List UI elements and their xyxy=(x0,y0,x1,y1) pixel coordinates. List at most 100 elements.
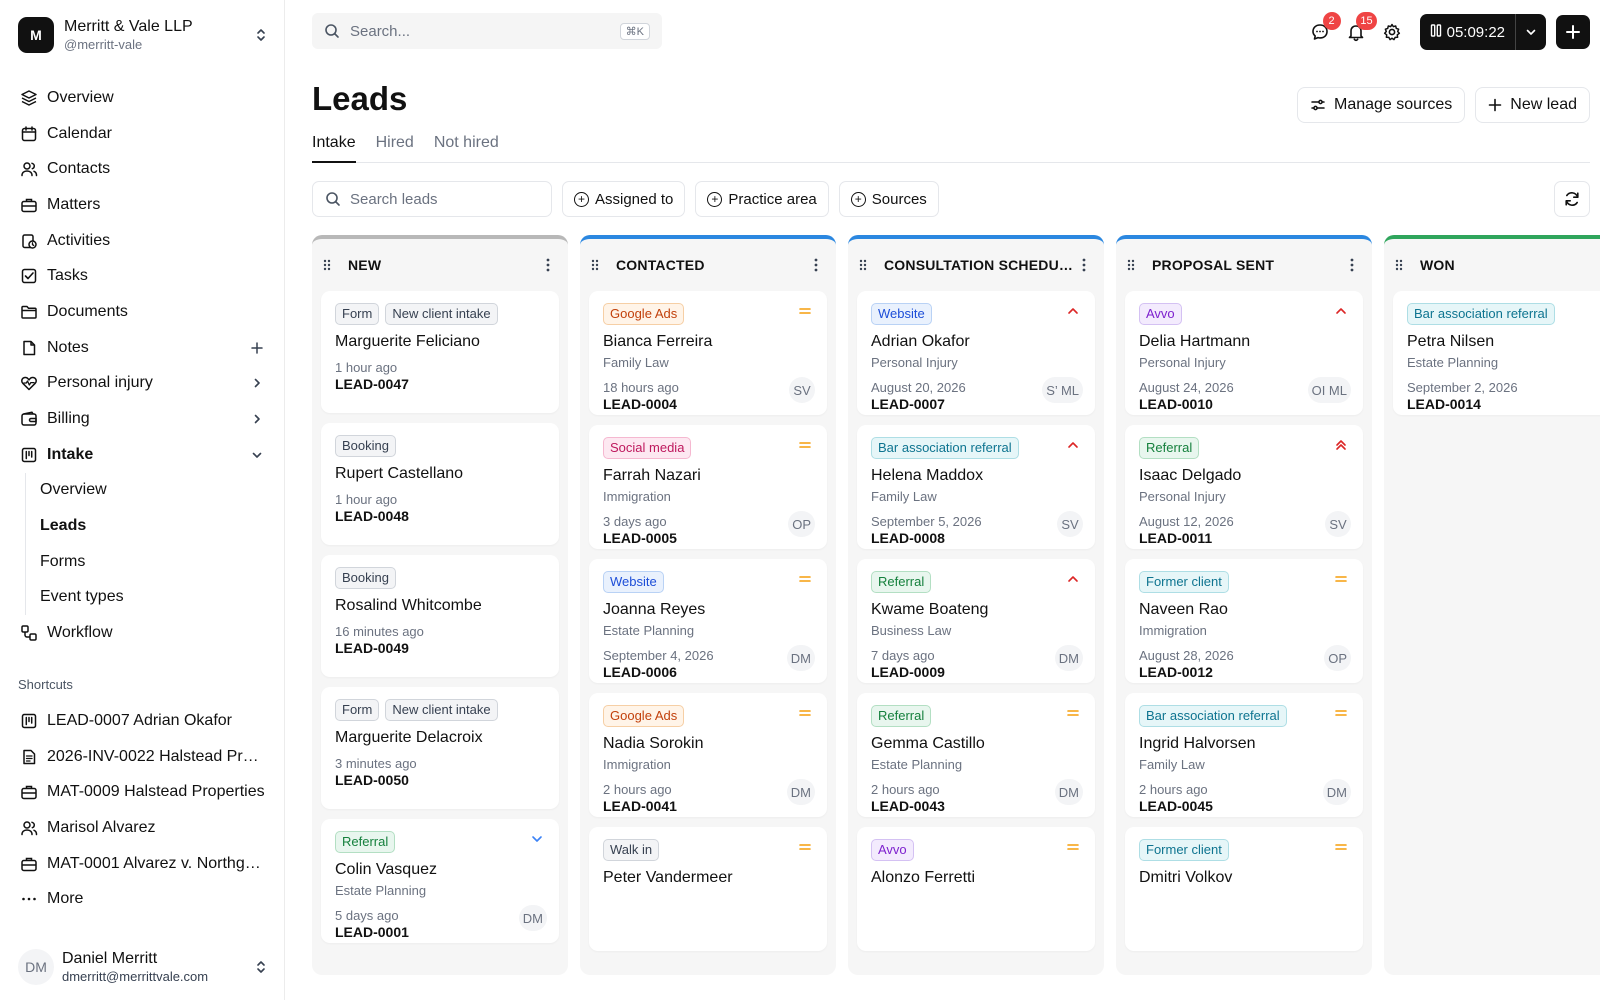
shortcut-item[interactable]: MAT-0009 Halstead Properties xyxy=(12,774,274,810)
settings-button[interactable] xyxy=(1376,16,1408,48)
sidebar-item-label: 2026-INV-0022 Halstead Properties xyxy=(47,747,266,765)
timer-toggle[interactable]: 05:09:22 xyxy=(1420,14,1516,50)
drag-handle-icon[interactable] xyxy=(590,258,604,272)
lead-card[interactable]: Referral Gemma Castillo Estate Planning 2 h… xyxy=(857,693,1095,817)
lead-card[interactable]: Former client Naveen Rao Immigration August… xyxy=(1125,559,1363,683)
lead-card[interactable]: Referral Kwame Boateng Business Law 7 days … xyxy=(857,559,1095,683)
practice-area: Personal Injury xyxy=(1139,355,1226,370)
kanban-board: NEW Form New client intake Marguerite Felic… xyxy=(312,235,1600,1000)
sources-filter[interactable]: + Sources xyxy=(838,181,939,217)
shortcut-item[interactable]: MAT-0001 Alvarez v. Northgate xyxy=(12,846,274,882)
tab-not-hired[interactable]: Not hired xyxy=(434,133,499,163)
priority-medium-icon xyxy=(797,303,813,319)
drag-handle-icon[interactable] xyxy=(1126,258,1140,272)
more-vertical-icon[interactable] xyxy=(540,258,556,272)
manage-sources-button[interactable]: Manage sources xyxy=(1297,87,1466,123)
lead-card[interactable]: Form New client intake Marguerite Felician… xyxy=(321,291,559,413)
lead-card[interactable]: Former client Dmitri Volkov xyxy=(1125,827,1363,951)
lead-card[interactable]: Referral Colin Vasquez Estate Planning 5 da… xyxy=(321,819,559,943)
lead-card[interactable]: Website Adrian Okafor Personal Injury Augus… xyxy=(857,291,1095,415)
header-actions: Manage sources New lead xyxy=(1287,87,1590,123)
user-menu[interactable]: DM Daniel Merritt dmerritt@merrittvale.c… xyxy=(18,947,268,987)
lead-card[interactable]: Social media Farrah Nazari Immigration 3 da… xyxy=(589,425,827,549)
workspace-switcher[interactable]: M Merritt & Vale LLP @merritt-vale xyxy=(18,17,268,53)
lead-card[interactable]: Booking Rupert Castellano 1 hour ago LEAD-0… xyxy=(321,423,559,545)
column-title: NEW xyxy=(348,257,382,273)
sidebar-item-intake-forms[interactable]: Forms xyxy=(40,544,274,580)
source-tag: New client intake xyxy=(385,303,498,325)
notifications-button[interactable]: 15 xyxy=(1340,12,1377,48)
new-lead-button[interactable]: New lead xyxy=(1475,87,1590,123)
lead-card[interactable]: Google Ads Nadia Sorokin Immigration 2 hour… xyxy=(589,693,827,817)
lead-card[interactable]: Booking Rosalind Whitcombe 16 minutes ago L… xyxy=(321,555,559,677)
lead-card[interactable]: Referral Isaac Delgado Personal Injury Augu… xyxy=(1125,425,1363,549)
lead-name: Alonzo Ferretti xyxy=(871,869,976,886)
chevron-right-icon xyxy=(248,374,266,392)
sidebar-item-label: Event types xyxy=(40,588,124,606)
assignee-avatar: DM xyxy=(786,645,815,671)
shortcut-item[interactable]: 2026-INV-0022 Halstead Properties xyxy=(12,739,274,775)
lead-card[interactable]: Avvo Delia Hartmann Personal Injury August … xyxy=(1125,291,1363,415)
plus-icon[interactable] xyxy=(248,339,266,357)
practice-area: Immigration xyxy=(1139,623,1207,638)
shortcuts-heading: Shortcuts xyxy=(18,677,73,692)
assigned-to-filter[interactable]: + Assigned to xyxy=(562,181,686,217)
more-vertical-icon[interactable] xyxy=(808,258,824,272)
new-lead-label: New lead xyxy=(1510,96,1577,113)
sidebar-item-calendar[interactable]: Calendar xyxy=(12,116,274,152)
tab-hired[interactable]: Hired xyxy=(376,133,414,163)
search-leads-input[interactable]: Search leads xyxy=(312,181,552,217)
intake-subnav: Overview Leads Forms Event types xyxy=(25,472,274,616)
drag-handle-icon[interactable] xyxy=(1394,258,1408,272)
sidebar-item-billing[interactable]: Billing xyxy=(12,401,274,437)
sidebar-item-overview[interactable]: Overview xyxy=(12,80,274,116)
lead-card[interactable]: Avvo Alonzo Ferretti xyxy=(857,827,1095,951)
drag-handle-icon[interactable] xyxy=(322,258,336,272)
lead-card[interactable]: Form New client intake Marguerite Delacroi… xyxy=(321,687,559,809)
more-shortcuts-button[interactable]: More xyxy=(12,881,274,917)
priority-medium-icon xyxy=(1333,571,1349,587)
more-vertical-icon[interactable] xyxy=(1076,258,1092,272)
messages-button[interactable]: 2 xyxy=(1304,12,1341,48)
more-icon xyxy=(20,890,38,908)
sidebar-item-tasks[interactable]: Tasks xyxy=(12,258,274,294)
drag-handle-icon[interactable] xyxy=(858,258,872,272)
lead-card[interactable]: Google Ads Bianca Ferreira Family Law 18 ho… xyxy=(589,291,827,415)
sidebar-item-intake-leads[interactable]: Leads xyxy=(40,508,274,544)
sidebar-item-intake-overview[interactable]: Overview xyxy=(40,473,274,509)
practice-area: Estate Planning xyxy=(1407,355,1499,370)
lead-card[interactable]: Bar association referral Petra Nilsen Esta… xyxy=(1393,291,1600,415)
search-icon xyxy=(324,23,340,39)
sidebar-item-intake[interactable]: Intake xyxy=(12,437,274,473)
lead-date: 18 hours ago xyxy=(603,380,679,395)
shortcut-item[interactable]: Marisol Alvarez xyxy=(12,810,274,846)
sidebar-item-documents[interactable]: Documents xyxy=(12,294,274,330)
user-info: Daniel Merritt dmerritt@merrittvale.com xyxy=(62,950,254,985)
sidebar-item-activities[interactable]: Activities xyxy=(12,223,274,259)
practice-area-filter[interactable]: + Practice area xyxy=(695,181,829,217)
sidebar-item-notes[interactable]: Notes xyxy=(12,330,274,366)
shortcut-item[interactable]: LEAD-0007 Adrian Okafor xyxy=(12,703,274,739)
more-vertical-icon[interactable] xyxy=(1344,258,1360,272)
sidebar-item-label: Calendar xyxy=(47,124,112,142)
sidebar-item-matters[interactable]: Matters xyxy=(12,187,274,223)
kanban-column: PROPOSAL SENT Avvo Delia Hartmann Personal … xyxy=(1116,235,1372,975)
sidebar-item-personal-injury[interactable]: Personal injury xyxy=(12,366,274,402)
column-header: NEW xyxy=(312,239,568,291)
global-search[interactable]: Search... ⌘K xyxy=(312,13,662,49)
refresh-button[interactable] xyxy=(1554,181,1590,217)
sidebar-item-contacts[interactable]: Contacts xyxy=(12,151,274,187)
lead-card[interactable]: Website Joanna Reyes Estate Planning Septem… xyxy=(589,559,827,683)
lead-card[interactable]: Bar association referral Ingrid Halvorsen… xyxy=(1125,693,1363,817)
sidebar-item-workflow[interactable]: Workflow xyxy=(12,615,274,651)
lead-card[interactable]: Bar association referral Helena Maddox Fam… xyxy=(857,425,1095,549)
timer-menu-button[interactable] xyxy=(1516,14,1546,50)
source-tag: Bar association referral xyxy=(1139,705,1287,727)
lead-card[interactable]: Walk in Peter Vandermeer xyxy=(589,827,827,951)
quick-create-button[interactable] xyxy=(1556,15,1590,49)
tab-intake[interactable]: Intake xyxy=(312,133,356,163)
sidebar-item-intake-event-types[interactable]: Event types xyxy=(40,580,274,616)
practice-area: Business Law xyxy=(871,623,952,638)
lead-id: LEAD-0005 xyxy=(603,530,677,546)
sidebar-item-label: Overview xyxy=(40,481,107,499)
